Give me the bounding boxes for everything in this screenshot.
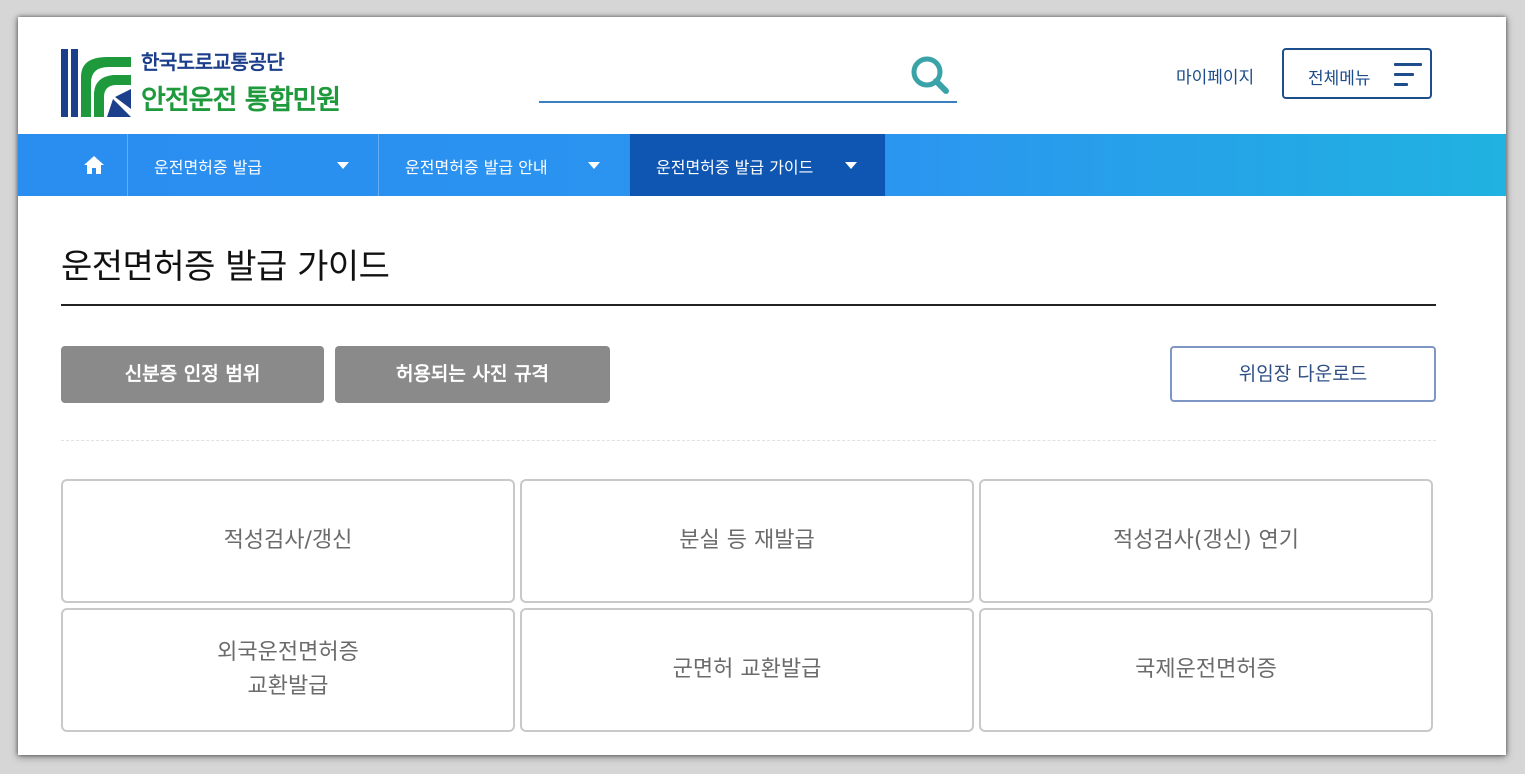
nav-license-issue[interactable]: 운전면허증 발급 bbox=[127, 134, 378, 196]
id-scope-button[interactable]: 신분증 인정 범위 bbox=[61, 346, 324, 403]
nav-license-issue-info[interactable]: 운전면허증 발급 안내 bbox=[378, 134, 629, 196]
caret-down-icon bbox=[588, 162, 600, 169]
nav-license-issue-info-label: 운전면허증 발급 안내 bbox=[405, 158, 548, 177]
nav-home[interactable] bbox=[61, 134, 127, 196]
koroad-logo-icon bbox=[61, 49, 131, 117]
card-lost-reissue[interactable]: 분실 등 재발급 bbox=[520, 479, 974, 603]
service-name: 안전운전 통합민원 bbox=[141, 85, 341, 116]
caret-down-icon bbox=[337, 162, 349, 169]
mypage-link[interactable]: 마이페이지 bbox=[1176, 63, 1254, 88]
home-icon bbox=[84, 156, 104, 174]
proxy-download-button[interactable]: 위임장 다운로드 bbox=[1170, 346, 1436, 402]
section-divider bbox=[61, 440, 1436, 441]
card-label: 군면허 교환발급 bbox=[672, 657, 822, 682]
hamburger-menu-icon bbox=[1394, 63, 1422, 87]
nav-license-issue-guide-label: 운전면허증 발급 가이드 bbox=[656, 158, 814, 177]
card-military-license-exchange[interactable]: 군면허 교환발급 bbox=[520, 608, 974, 732]
search-bar bbox=[539, 53, 957, 103]
card-foreign-license-exchange[interactable]: 외국운전면허증 교환발급 bbox=[61, 608, 515, 732]
search-input[interactable] bbox=[539, 61, 903, 93]
card-label: 국제운전면허증 bbox=[1135, 657, 1277, 682]
card-label: 적성검사/갱신 bbox=[223, 528, 353, 553]
title-divider bbox=[61, 304, 1436, 306]
nav-license-issue-guide[interactable]: 운전면허증 발급 가이드 bbox=[629, 134, 886, 196]
search-icon[interactable] bbox=[909, 54, 951, 96]
all-menu-label: 전체메뉴 bbox=[1308, 69, 1371, 89]
card-label: 분실 등 재발급 bbox=[679, 528, 815, 553]
main-nav: 운전면허증 발급 운전면허증 발급 안내 운전면허증 발급 가이드 bbox=[18, 134, 1506, 196]
card-renewal-postpone[interactable]: 적성검사(갱신) 연기 bbox=[979, 479, 1433, 603]
card-aptitude-renewal[interactable]: 적성검사/갱신 bbox=[61, 479, 515, 603]
card-label: 적성검사(갱신) 연기 bbox=[1112, 528, 1300, 553]
card-international-license[interactable]: 국제운전면허증 bbox=[979, 608, 1433, 732]
nav-license-issue-label: 운전면허증 발급 bbox=[154, 158, 263, 177]
site-logo[interactable]: 한국도로교통공단 안전운전 통합민원 bbox=[61, 48, 381, 120]
browser-window: 한국도로교통공단 안전운전 통합민원 마이페이지 전체메뉴 운전면허증 발급 운… bbox=[18, 17, 1506, 755]
caret-down-icon bbox=[845, 162, 857, 169]
all-menu-button[interactable]: 전체메뉴 bbox=[1282, 48, 1432, 99]
photo-spec-button[interactable]: 허용되는 사진 규격 bbox=[335, 346, 610, 403]
card-label: 외국운전면허증 교환발급 bbox=[217, 640, 359, 699]
page-title: 운전면허증 발급 가이드 bbox=[61, 247, 390, 287]
org-name: 한국도로교통공단 bbox=[141, 50, 285, 74]
